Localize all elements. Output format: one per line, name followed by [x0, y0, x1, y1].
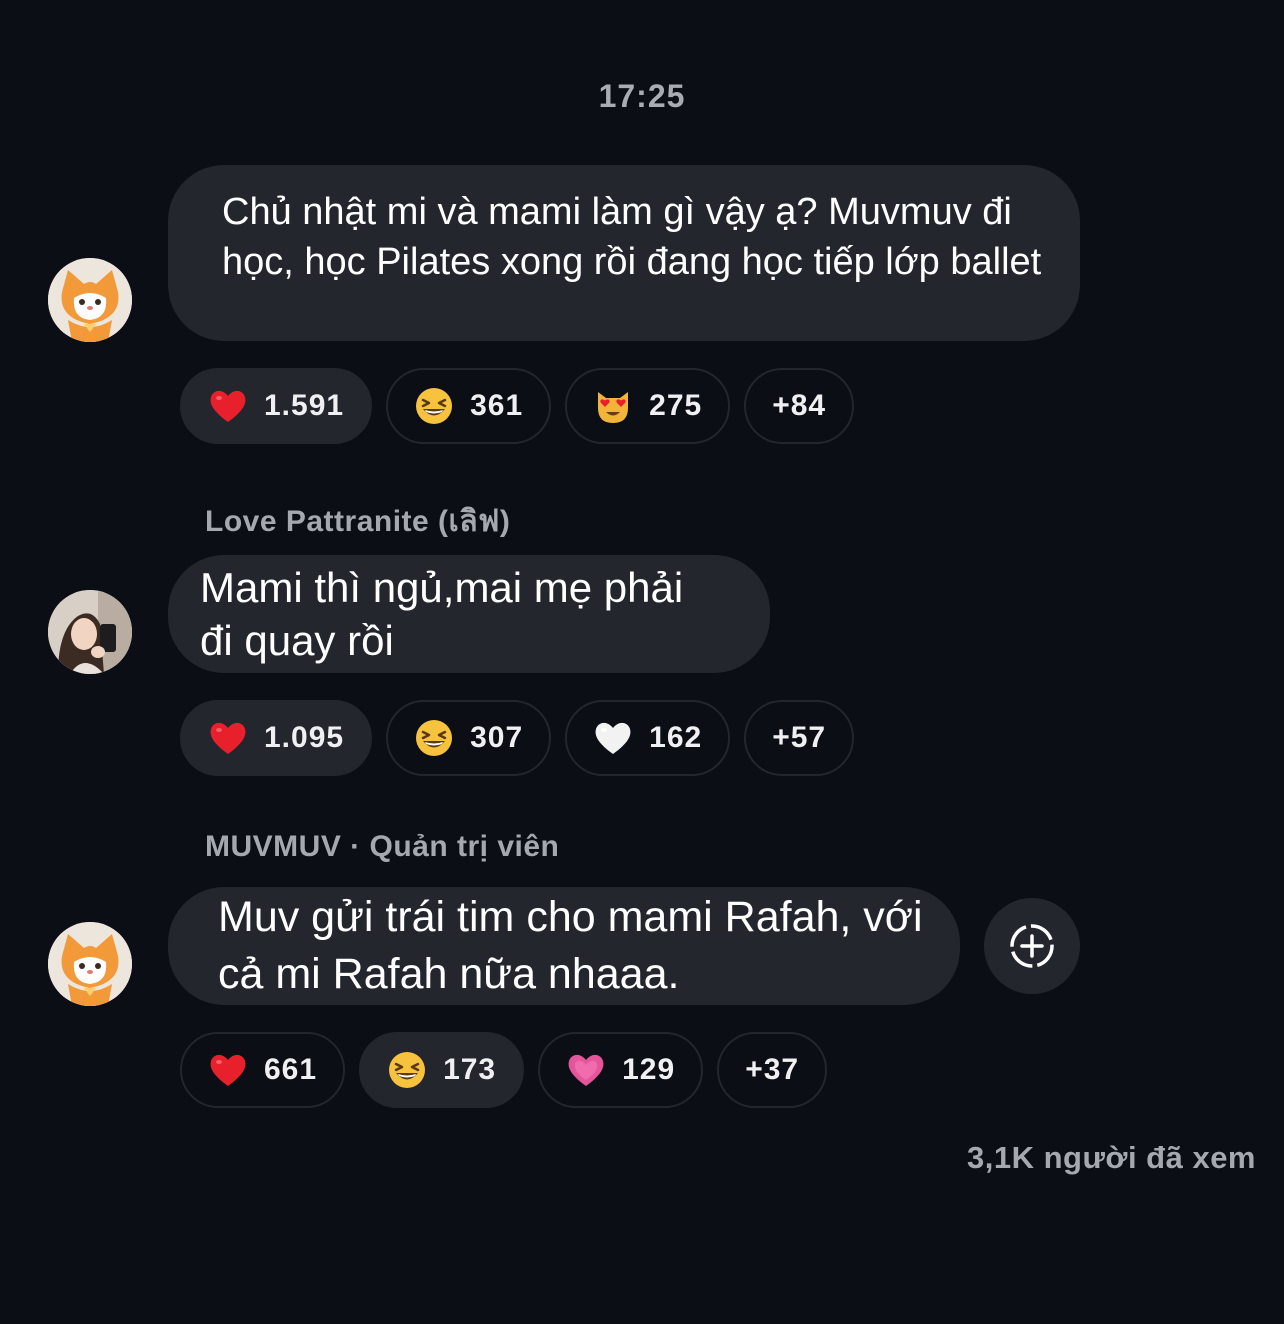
reaction-count: 661: [264, 1053, 318, 1086]
reaction-count: 361: [470, 389, 524, 422]
red-heart-icon: [208, 718, 248, 758]
reaction-count: 1.591: [264, 389, 345, 422]
red-heart-icon: [208, 1050, 248, 1090]
add-reaction-button[interactable]: [984, 898, 1080, 994]
reaction-count: 307: [470, 721, 524, 754]
reaction-pill[interactable]: 129: [538, 1032, 704, 1108]
reaction-count: 173: [443, 1053, 497, 1086]
add-reaction-icon: [1010, 924, 1054, 968]
message-text: Mami thì ngủ,mai mẹ phải đi quay rồi: [200, 564, 684, 664]
reaction-pill[interactable]: 307: [386, 700, 552, 776]
reaction-pill[interactable]: 661: [180, 1032, 346, 1108]
grinning-squinting-face-icon: [414, 718, 454, 758]
avatar-muvmuv[interactable]: [48, 258, 132, 342]
more-reactions-pill[interactable]: +84: [744, 368, 855, 444]
white-heart-icon: [593, 718, 633, 758]
reaction-pill[interactable]: 1.591: [180, 368, 373, 444]
reaction-count: 129: [622, 1053, 676, 1086]
reaction-pill[interactable]: 173: [359, 1032, 525, 1108]
reaction-count: +57: [772, 721, 827, 754]
sender-name: Love Pattranite (เลิฟ): [205, 505, 511, 538]
reaction-bar: 1.095 307 162 +57: [180, 700, 855, 776]
message-text: Muv gửi trái tim cho mami Rafah, với cả …: [218, 893, 923, 998]
orange-cat-avatar-icon: [48, 922, 132, 1006]
message-bubble[interactable]: Muv gửi trái tim cho mami Rafah, với cả …: [168, 887, 960, 1005]
grinning-squinting-face-icon: [387, 1050, 427, 1090]
reaction-pill[interactable]: 275: [565, 368, 731, 444]
reaction-pill[interactable]: 361: [386, 368, 552, 444]
more-reactions-pill[interactable]: +57: [744, 700, 855, 776]
reaction-count: +84: [772, 389, 827, 422]
red-heart-icon: [208, 386, 248, 426]
avatar-muvmuv[interactable]: [48, 922, 132, 1006]
reaction-count: 1.095: [264, 721, 345, 754]
reaction-pill[interactable]: 162: [565, 700, 731, 776]
reaction-count: 275: [649, 389, 703, 422]
seen-count: 3,1K người đã xem: [966, 1140, 1256, 1175]
message-text: Chủ nhật mi và mami làm gì vậy ạ? Muvmuv…: [222, 191, 1042, 283]
user-photo-avatar: [48, 590, 132, 674]
chat-timestamp: 17:25: [598, 78, 686, 114]
pink-heart-icon: [566, 1050, 606, 1090]
message-bubble[interactable]: Chủ nhật mi và mami làm gì vậy ạ? Muvmuv…: [168, 165, 1080, 341]
reaction-pill[interactable]: 1.095: [180, 700, 373, 776]
avatar-love-pattranite[interactable]: [48, 590, 132, 674]
grinning-squinting-face-icon: [414, 386, 454, 426]
message-bubble[interactable]: Mami thì ngủ,mai mẹ phải đi quay rồi: [168, 555, 770, 673]
reaction-bar: 661 173 129 +37: [180, 1032, 828, 1108]
reaction-count: 162: [649, 721, 703, 754]
orange-cat-avatar-icon: [48, 258, 132, 342]
reaction-count: +37: [745, 1053, 800, 1086]
heart-eyes-cat-icon: [593, 386, 633, 426]
sender-name: MUVMUV · Quản trị viên: [205, 830, 560, 863]
more-reactions-pill[interactable]: +37: [717, 1032, 828, 1108]
reaction-bar: 1.591 361 275 +84: [180, 368, 855, 444]
